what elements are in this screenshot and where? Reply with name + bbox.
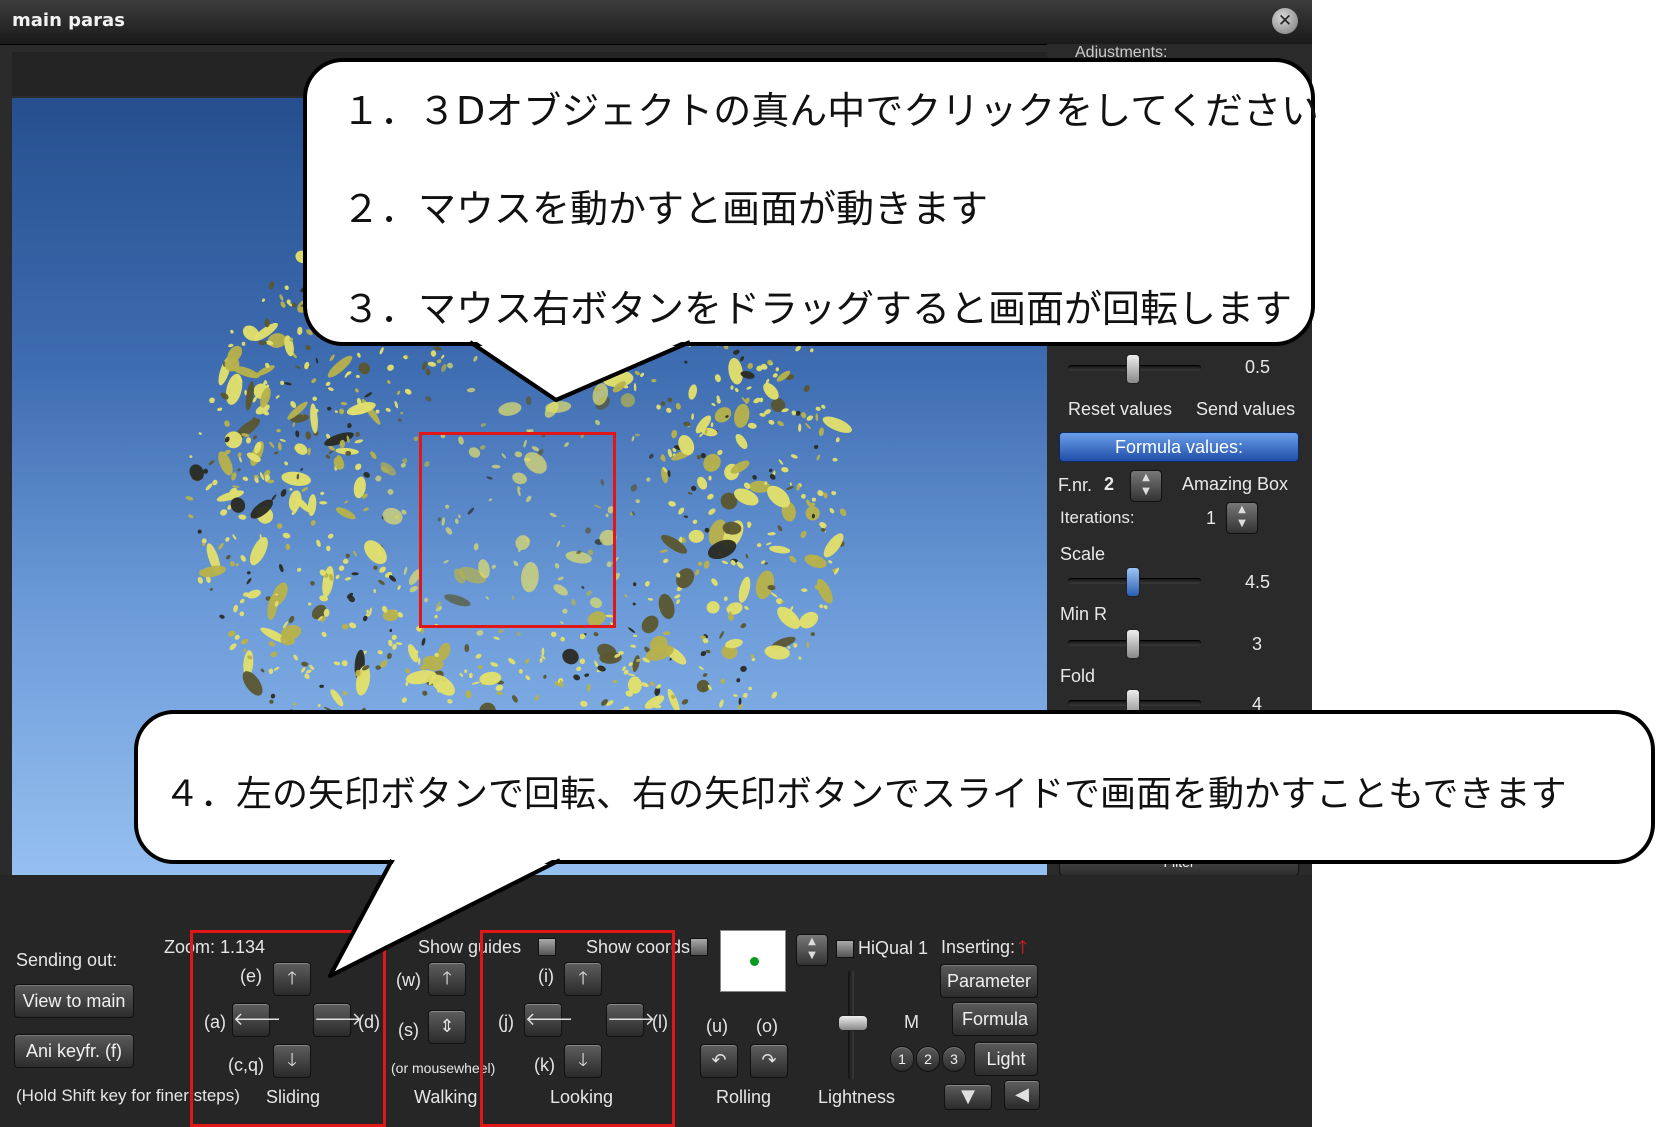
callout-tail-joins: [328, 340, 691, 978]
instruction-step-3: ３．マウス右ボタンをドラッグすると画面が回転します: [342, 287, 1293, 331]
instruction-step-4: ４．左の矢印ボタンで回転、右の矢印ボタンでスライドで画面を動かすこともできます: [164, 774, 1567, 815]
instruction-step-2: ２．マウスを動かすと画面が動きます: [342, 187, 989, 231]
instruction-step-1: １．３Dオブジェクトの真ん中でクリックをしてください: [342, 89, 1319, 133]
